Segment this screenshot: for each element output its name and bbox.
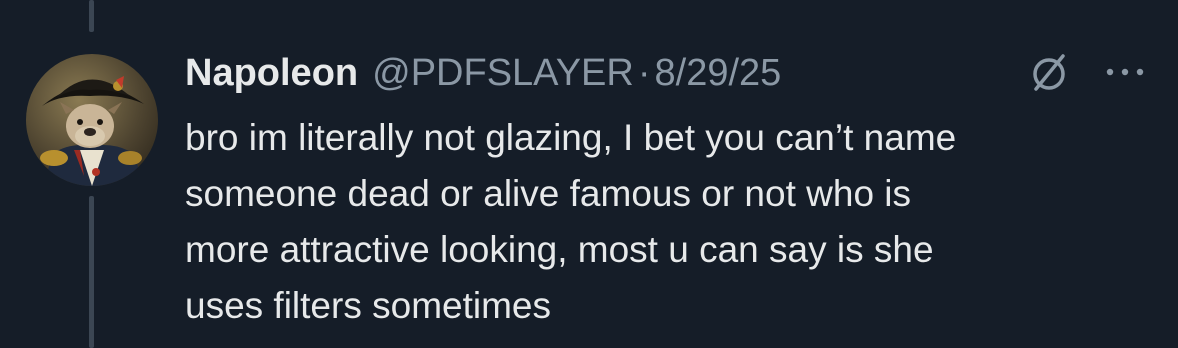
more-options-icon[interactable] (1104, 64, 1146, 80)
tweet-timestamp[interactable]: 8/29/25 (655, 46, 782, 100)
header-separator: · (637, 52, 651, 94)
tweet-text: bro im literally not glazing, I bet you … (185, 117, 957, 326)
author-name[interactable]: Napoleon (185, 46, 358, 100)
thread-line-top (89, 0, 94, 32)
tweet-header: Napoleon @PDFSLAYER · 8/29/25 (185, 46, 781, 100)
author-handle[interactable]: @PDFSLAYER (372, 46, 634, 100)
avatar-portrait-image (26, 54, 158, 186)
grok-icon[interactable] (1026, 50, 1072, 96)
thread-line-bottom (89, 196, 94, 348)
avatar[interactable] (26, 54, 158, 186)
